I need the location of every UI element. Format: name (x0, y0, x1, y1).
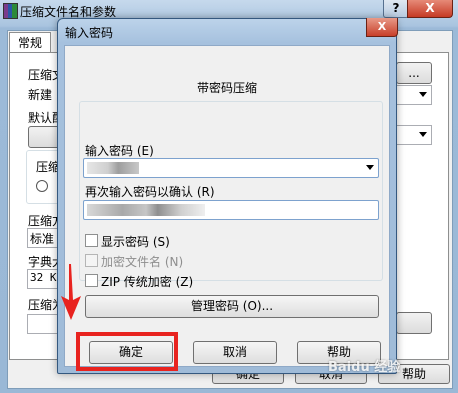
archive-name-dropdown[interactable] (396, 85, 432, 105)
compression-method-value: 标准 (30, 232, 55, 246)
format-radio[interactable] (36, 180, 48, 192)
red-arrow-annotation-icon (61, 264, 81, 320)
show-password-checkbox[interactable] (85, 234, 98, 247)
ok-button-highlight-box (76, 332, 178, 371)
chevron-down-icon (419, 92, 427, 97)
chevron-down-icon (366, 165, 374, 170)
winrar-app-icon (3, 3, 18, 19)
show-password-label: 显示密码 (S) (101, 235, 170, 249)
set-password-button[interactable] (396, 312, 432, 334)
profiles-button[interactable] (28, 126, 60, 148)
password-input[interactable] (83, 158, 379, 178)
dialog-close-button[interactable]: X (366, 18, 398, 37)
encrypt-filenames-label: 加密文件名 (N) (101, 255, 184, 269)
help-title-button[interactable]: ? (383, 0, 409, 18)
confirm-password-label: 再次输入密码以确认 (R) (85, 185, 215, 199)
dialog-body: 带密码压缩 输入密码 (E) 再次输入密码以确认 (R) 显示密码 (S) 加密… (64, 45, 390, 371)
compression-method-select[interactable]: 标准 (27, 228, 61, 248)
cancel-button[interactable]: 取消 (193, 341, 277, 364)
baidu-jingyan-watermark: Baidu 经验 (328, 360, 401, 375)
dialog-title: 输入密码 (65, 26, 114, 40)
confirm-password-input[interactable] (83, 200, 379, 220)
dialog-heading: 带密码压缩 (196, 81, 257, 95)
masked-confirm-password (87, 204, 205, 216)
masked-password (87, 162, 139, 174)
zip-legacy-encryption-label: ZIP 传统加密 (Z) (101, 275, 194, 289)
tab-general[interactable]: 常规 (9, 32, 51, 53)
update-mode-dropdown[interactable] (396, 125, 432, 145)
close-window-button[interactable]: X (407, 0, 453, 18)
browse-button[interactable]: ... (396, 62, 432, 84)
manage-passwords-button[interactable]: 管理密码 (O)... (85, 295, 379, 318)
password-label: 输入密码 (E) (85, 144, 154, 158)
chevron-down-icon (419, 132, 427, 137)
password-dialog: 输入密码 X 带密码压缩 输入密码 (E) 再次输入密码以确认 (R) 显示密码… (57, 18, 398, 374)
archive-name-value[interactable]: 新建 (28, 86, 52, 103)
